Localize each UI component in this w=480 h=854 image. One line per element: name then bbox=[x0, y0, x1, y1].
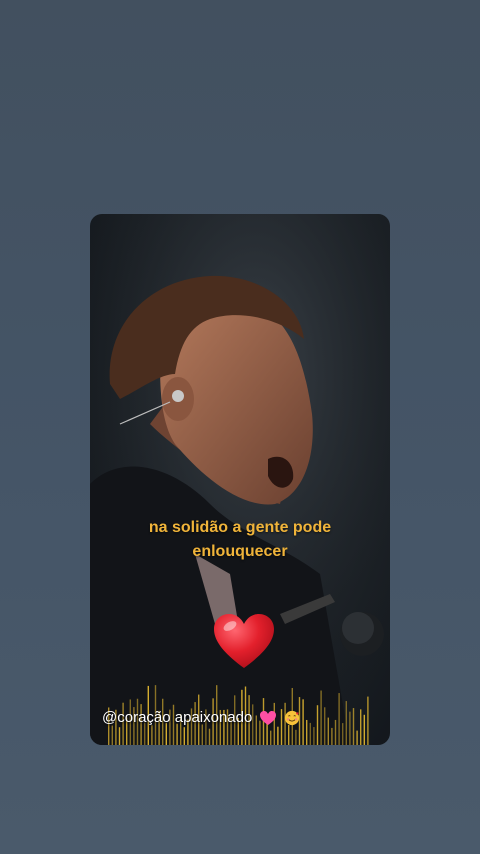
smiling-face-with-hearts-icon bbox=[284, 710, 299, 726]
account-caption: @coração apaixonado bbox=[102, 708, 382, 728]
red-heart-icon bbox=[214, 614, 274, 668]
lyric-caption: na solidão a gente pode enlouquecer bbox=[90, 516, 390, 564]
lyric-line-1: na solidão a gente pode bbox=[148, 519, 332, 536]
pink-heart-icon bbox=[259, 711, 276, 726]
video-card[interactable]: na solidão a gente pode enlouquecer @cor… bbox=[90, 214, 390, 745]
caption-text: @coração apaixonado bbox=[102, 709, 253, 726]
lyric-line-2: enlouquecer bbox=[192, 543, 288, 560]
